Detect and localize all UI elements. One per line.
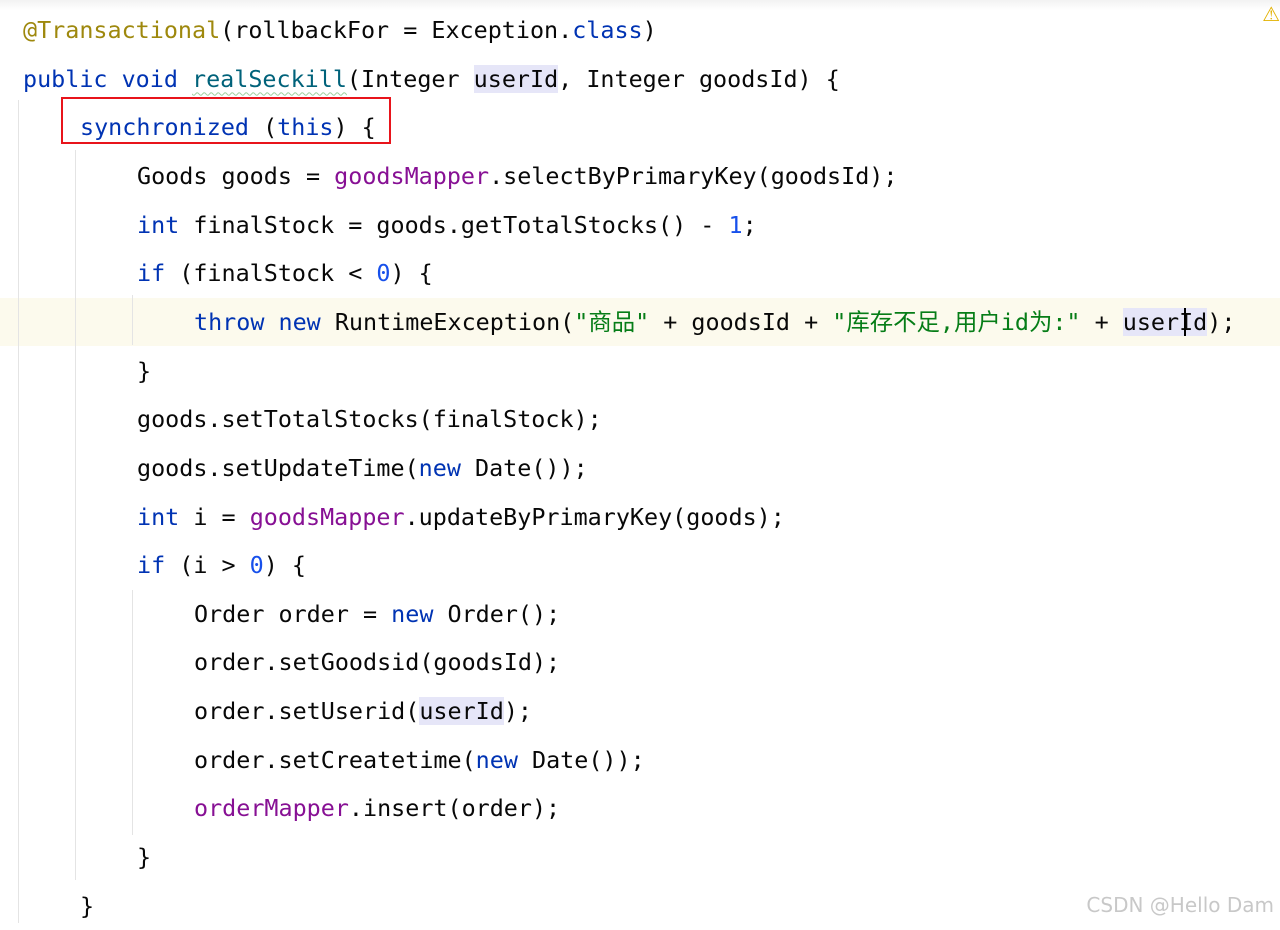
code-text: Goods goods = goodsMapper.selectByPrimar… <box>137 152 897 200</box>
code-token: Date()); <box>532 745 645 774</box>
code-text: } <box>80 882 94 930</box>
code-text: Order order = new Order(); <box>194 590 560 638</box>
code-line[interactable]: orderMapper.insert(order); <box>0 784 1280 832</box>
code-line[interactable]: if (i > 0) { <box>0 541 1280 589</box>
code-token: order.setCreatetime( <box>194 745 476 774</box>
code-token: order.setGoodsid(goodsId); <box>194 648 561 677</box>
code-text: } <box>137 347 151 395</box>
code-token: .selectByPrimaryKey(goodsId); <box>489 161 898 190</box>
code-token: ); <box>1207 307 1236 336</box>
indent-guide <box>75 150 76 880</box>
code-line[interactable]: if (finalStock < 0) { <box>0 249 1280 297</box>
code-token: goodsMapper <box>334 161 490 190</box>
code-token: int <box>137 210 194 239</box>
code-token: Goods goods = <box>137 161 335 190</box>
code-text: @Transactional(rollbackFor = Exception.c… <box>23 6 657 54</box>
code-text: public void realSeckill(Integer userId, … <box>23 55 840 103</box>
warning-triangle-icon[interactable]: ⚠ <box>1262 2 1280 26</box>
code-line[interactable]: Goods goods = goodsMapper.selectByPrimar… <box>0 152 1280 200</box>
code-text: if (i > 0) { <box>137 541 306 589</box>
code-token: Date()); <box>475 453 588 482</box>
code-token: goods.setUpdateTime( <box>137 453 419 482</box>
code-line[interactable]: order.setUserid(userId); <box>0 687 1280 735</box>
code-text: if (finalStock < 0) { <box>137 249 433 297</box>
code-text: goods.setTotalStocks(finalStock); <box>137 395 602 443</box>
code-token: 0 <box>376 259 391 288</box>
code-token: Order(); <box>447 599 561 628</box>
code-token: i = <box>193 502 250 531</box>
code-token: ) { <box>390 259 433 288</box>
code-token: RuntimeException( <box>334 307 575 336</box>
code-token: public void <box>23 64 192 93</box>
code-token: "商品" <box>574 307 650 336</box>
code-line[interactable]: throw new RuntimeException("商品" + goodsI… <box>0 297 1280 346</box>
code-line[interactable]: order.setGoodsid(goodsId); <box>0 638 1280 686</box>
code-line[interactable]: int i = goodsMapper.updateByPrimaryKey(g… <box>0 493 1280 541</box>
code-token: + <box>1080 307 1123 336</box>
code-token: goods.setTotalStocks(finalStock); <box>137 405 602 434</box>
code-line[interactable]: Order order = new Order(); <box>0 590 1280 638</box>
code-text: order.setGoodsid(goodsId); <box>194 638 560 686</box>
code-token: "库存不足,用户id为:" <box>832 307 1081 336</box>
code-token: ) <box>642 16 657 44</box>
code-line[interactable]: goods.setUpdateTime(new Date()); <box>0 444 1280 492</box>
code-text: order.setCreatetime(new Date()); <box>194 736 645 784</box>
code-token: int <box>137 502 194 531</box>
code-line[interactable]: int finalStock = goods.getTotalStocks() … <box>0 201 1280 249</box>
code-token: (rollbackFor = Exception. <box>220 16 573 44</box>
indent-guide <box>132 295 133 345</box>
code-line[interactable]: public void realSeckill(Integer userId, … <box>0 55 1280 103</box>
code-token: new <box>418 453 475 482</box>
code-token: 1 <box>728 210 743 239</box>
code-token: (Integer <box>346 64 474 93</box>
code-token: .updateByPrimaryKey(goods); <box>404 502 785 531</box>
code-token: throw new <box>194 307 335 336</box>
code-token: ; <box>742 210 757 239</box>
code-token: realSeckill <box>192 64 347 93</box>
code-text: throw new RuntimeException("商品" + goodsI… <box>194 298 1235 346</box>
code-token: .insert(order); <box>348 794 561 823</box>
code-token: (i > <box>179 551 250 580</box>
code-token: userId <box>473 64 559 93</box>
code-token: new <box>391 599 448 628</box>
code-token: + goodsId + <box>649 307 833 336</box>
code-token: if <box>137 551 180 580</box>
code-token: (finalStock < <box>179 259 377 288</box>
code-line[interactable]: } <box>0 833 1280 881</box>
code-token: @Transactional <box>23 16 221 44</box>
code-token: Order order = <box>194 599 392 628</box>
code-token: } <box>137 356 152 385</box>
code-text: int finalStock = goods.getTotalStocks() … <box>137 201 757 249</box>
code-token: , Integer goodsId) { <box>558 64 840 93</box>
text-cursor <box>1184 308 1186 336</box>
code-text: goods.setUpdateTime(new Date()); <box>137 444 588 492</box>
code-token: if <box>137 259 180 288</box>
code-token: ) { <box>263 551 307 580</box>
code-token: order.setUserid( <box>194 697 420 726</box>
code-text: int i = goodsMapper.updateByPrimaryKey(g… <box>137 493 785 541</box>
code-token: finalStock = goods.getTotalStocks() - <box>193 210 729 239</box>
code-token: goodsMapper <box>249 502 405 531</box>
code-token: } <box>80 891 95 920</box>
code-line[interactable]: } <box>0 347 1280 395</box>
code-token: userId <box>1122 307 1208 336</box>
indent-guide <box>132 590 133 835</box>
code-token: orderMapper <box>194 794 349 823</box>
code-text: order.setUserid(userId); <box>194 687 532 735</box>
code-line[interactable]: goods.setTotalStocks(finalStock); <box>0 395 1280 443</box>
code-text: orderMapper.insert(order); <box>194 784 560 832</box>
watermark: CSDN @Hello Dam <box>1086 893 1274 917</box>
indent-guide <box>18 100 19 923</box>
code-text: } <box>137 833 151 881</box>
code-token: userId <box>419 697 504 726</box>
code-token: ); <box>503 697 532 726</box>
code-token: 0 <box>249 551 264 580</box>
code-token: } <box>137 843 152 872</box>
synchronized-highlight-box <box>61 97 391 144</box>
code-line[interactable]: order.setCreatetime(new Date()); <box>0 736 1280 784</box>
code-token: new <box>475 745 532 774</box>
code-line[interactable]: @Transactional(rollbackFor = Exception.c… <box>0 6 1280 54</box>
code-token: class <box>572 16 643 44</box>
